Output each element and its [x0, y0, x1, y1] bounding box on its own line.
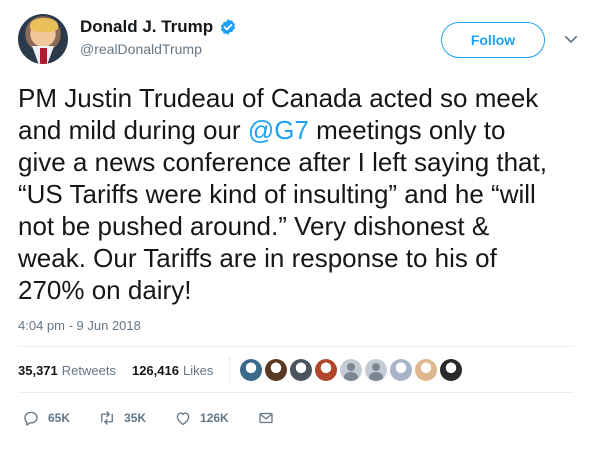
- stats-separator: [229, 356, 231, 384]
- tweet-timestamp[interactable]: 4:04 pm - 9 Jun 2018: [18, 318, 141, 333]
- liker-avatar[interactable]: [390, 359, 413, 381]
- author-avatar[interactable]: [18, 14, 68, 64]
- liker-avatar[interactable]: [340, 359, 363, 381]
- liker-avatar[interactable]: [265, 359, 288, 381]
- divider: [18, 346, 574, 347]
- reply-icon: [24, 411, 38, 426]
- mention-link-g7[interactable]: @G7: [248, 115, 309, 145]
- tweet-actions: 65K 35K 126K: [22, 404, 422, 432]
- tweet-line: PM Justin Trudeau of Canada acted so mee…: [18, 83, 539, 113]
- tweet-line: not be pushed around.” Very dishonest &: [18, 211, 490, 241]
- tweet-line-segment: meetings only to: [308, 115, 506, 145]
- liker-avatar[interactable]: [240, 359, 263, 381]
- likes-stat-label: Likes: [182, 362, 214, 378]
- tweet-line: 270% on dairy!: [18, 275, 192, 305]
- author-handle[interactable]: @realDonaldTrump: [80, 41, 237, 57]
- retweet-action[interactable]: 35K: [98, 409, 146, 427]
- tweet-header: Donald J. Trump @realDonaldTrump Follow: [18, 14, 580, 70]
- author-display-name[interactable]: Donald J. Trump: [80, 17, 237, 37]
- retweets-stat-label: Retweets: [61, 362, 116, 378]
- liker-avatar[interactable]: [365, 359, 388, 381]
- verified-badge-icon: [221, 19, 236, 35]
- reply-action[interactable]: 65K: [22, 409, 70, 427]
- liker-avatar[interactable]: [415, 359, 438, 381]
- tweet-line: give a news conference after I left sayi…: [18, 147, 547, 177]
- direct-message-action[interactable]: [257, 409, 275, 427]
- likes-stat[interactable]: 126,416 Likes: [132, 363, 213, 378]
- likes-count: 126,416: [131, 362, 179, 378]
- liker-avatar[interactable]: [290, 359, 313, 381]
- tweet-stats: 35,371 Retweets 126,416 Likes: [18, 350, 578, 390]
- retweets-count: 35,371: [18, 362, 58, 378]
- follow-button[interactable]: Follow: [441, 22, 545, 58]
- divider: [18, 392, 574, 393]
- reply-count: 65K: [48, 411, 71, 425]
- liker-avatars: [240, 359, 463, 381]
- liker-avatar[interactable]: [315, 359, 338, 381]
- tweet-line-segment: and mild during our: [18, 115, 248, 145]
- like-action[interactable]: 126K: [174, 409, 229, 427]
- tweet-line: “US Tariffs were kind of insulting” and …: [18, 179, 536, 209]
- tweet-text: PM Justin Trudeau of Canada acted so mee…: [18, 82, 578, 306]
- envelope-icon: [259, 412, 273, 424]
- liker-avatar[interactable]: [440, 359, 463, 381]
- chevron-down-icon[interactable]: [562, 30, 580, 48]
- tweet-line: and mild during our @G7 meetings only to: [18, 114, 578, 146]
- tweet-line: weak. Our Tariffs are in response to his…: [18, 243, 497, 273]
- retweet-icon: [101, 411, 113, 425]
- like-count: 126K: [200, 411, 229, 425]
- retweet-count: 35K: [124, 411, 147, 425]
- heart-icon: [176, 412, 190, 426]
- author-names: Donald J. Trump @realDonaldTrump: [80, 17, 237, 57]
- display-name-text[interactable]: Donald J. Trump: [80, 17, 213, 37]
- retweets-stat[interactable]: 35,371 Retweets: [18, 363, 116, 378]
